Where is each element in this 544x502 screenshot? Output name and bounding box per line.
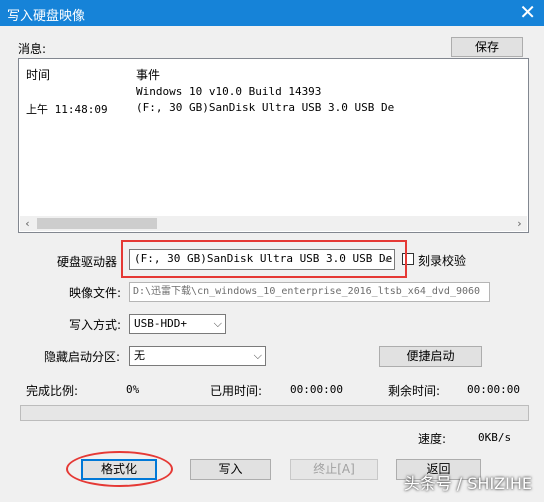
chevron-down-icon: ⌵ (253, 349, 262, 362)
speed-label: 速度: (418, 432, 447, 446)
remaining-label: 剩余时间: (388, 384, 441, 398)
message-time: 上午 11:48:09 (26, 103, 108, 116)
verify-label: 刻录校验 (418, 254, 467, 268)
highlight-circle (66, 451, 173, 487)
save-button[interactable]: 保存 (451, 37, 523, 57)
scroll-right-icon[interactable]: › (512, 216, 527, 231)
percent-label: 完成比例: (26, 384, 79, 398)
quick-boot-button[interactable]: 便捷启动 (379, 346, 482, 367)
horizontal-scrollbar[interactable]: ‹ › (20, 216, 527, 231)
write-mode-value: USB-HDD+ (134, 317, 187, 330)
scroll-left-icon[interactable]: ‹ (20, 216, 35, 231)
progress-bar (20, 405, 529, 421)
message-event: Windows 10 v10.0 Build 14393 (136, 85, 322, 98)
write-mode-select[interactable]: USB-HDD+ ⌵ (129, 314, 226, 334)
drive-label: 硬盘驱动器 (57, 255, 118, 269)
hidden-partition-value: 无 (134, 349, 145, 362)
abort-button[interactable]: 终止[A] (290, 459, 378, 480)
watermark: 头条号 / SHIZIHE (403, 474, 532, 493)
highlight-box (121, 240, 407, 278)
image-file-field[interactable]: D:\迅雷下载\cn_windows_10_enterprise_2016_lt… (129, 282, 490, 302)
hidden-partition-select[interactable]: 无 ⌵ (129, 346, 266, 366)
speed-value: 0KB/s (478, 431, 512, 444)
close-icon[interactable]: ✕ (519, 1, 536, 23)
messages-label: 消息: (18, 42, 47, 56)
image-file-label: 映像文件: (69, 286, 122, 300)
scroll-thumb[interactable] (37, 218, 157, 229)
hidden-partition-label: 隐藏启动分区: (44, 350, 121, 364)
elapsed-value: 00:00:00 (290, 383, 343, 396)
write-mode-label: 写入方式: (69, 318, 122, 332)
message-event: (F:, 30 GB)SanDisk Ultra USB 3.0 USB De (136, 101, 395, 114)
column-header-time: 时间 (26, 68, 51, 82)
message-list[interactable]: 时间 事件 Windows 10 v10.0 Build 14393 上午 11… (18, 58, 529, 233)
column-header-event: 事件 (136, 68, 161, 82)
elapsed-label: 已用时间: (210, 384, 263, 398)
chevron-down-icon: ⌵ (213, 317, 222, 330)
percent-value: 0% (126, 383, 140, 396)
window-title: 写入硬盘映像 (7, 9, 86, 24)
write-button[interactable]: 写入 (190, 459, 271, 480)
remaining-value: 00:00:00 (467, 383, 520, 396)
title-bar: 写入硬盘映像 ✕ (0, 0, 544, 26)
